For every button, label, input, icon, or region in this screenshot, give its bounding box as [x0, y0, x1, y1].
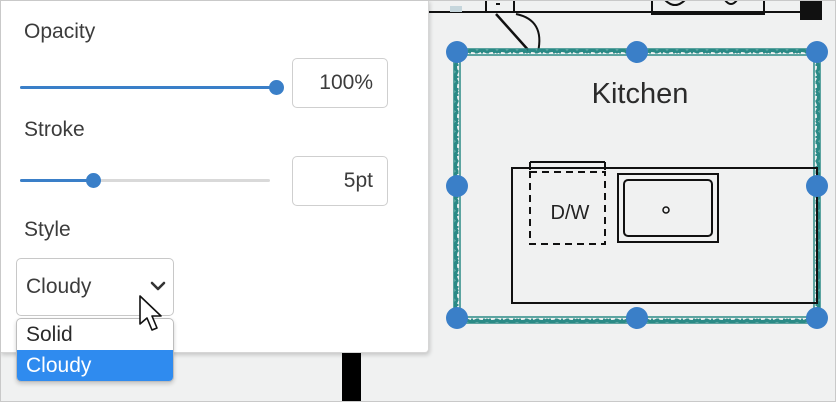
stroke-slider[interactable]: [20, 173, 270, 188]
stroke-label: Stroke: [24, 118, 85, 141]
opacity-slider-fill: [20, 86, 276, 89]
room-label: Kitchen: [591, 78, 689, 110]
properties-panel: Opacity 100% Stroke 5pt Style Cloudy: [0, 0, 429, 353]
resize-handle-middle-left[interactable]: [446, 175, 468, 197]
resize-handle-bottom-left[interactable]: [446, 307, 468, 329]
opacity-slider-thumb[interactable]: [269, 80, 284, 95]
resize-handle-bottom-center[interactable]: [626, 307, 648, 329]
resize-handle-top-left[interactable]: [446, 41, 468, 63]
opacity-value-field[interactable]: 100%: [292, 58, 388, 108]
dishwasher-label: D/W: [550, 202, 590, 224]
opacity-label: Opacity: [24, 20, 96, 43]
chevron-down-icon: [150, 281, 166, 291]
style-label: Style: [24, 218, 71, 241]
resize-handle-top-right[interactable]: [806, 41, 828, 63]
style-option-cloudy[interactable]: Cloudy: [17, 350, 173, 381]
resize-handle-top-center[interactable]: [626, 41, 648, 63]
sink-outline: [617, 173, 719, 243]
resize-handle-bottom-right[interactable]: [806, 307, 828, 329]
door-swing: [495, 13, 541, 53]
stroke-slider-fill: [20, 179, 93, 182]
resize-handle-middle-right[interactable]: [806, 175, 828, 197]
stroke-value-field[interactable]: 5pt: [292, 156, 388, 206]
style-select-value: Cloudy: [26, 275, 92, 298]
stroke-slider-thumb[interactable]: [86, 173, 101, 188]
top-wall-fragments: [428, 0, 822, 20]
mouse-pointer-icon: [139, 295, 162, 331]
wall-segment: [342, 352, 361, 402]
opacity-slider[interactable]: [20, 80, 284, 95]
